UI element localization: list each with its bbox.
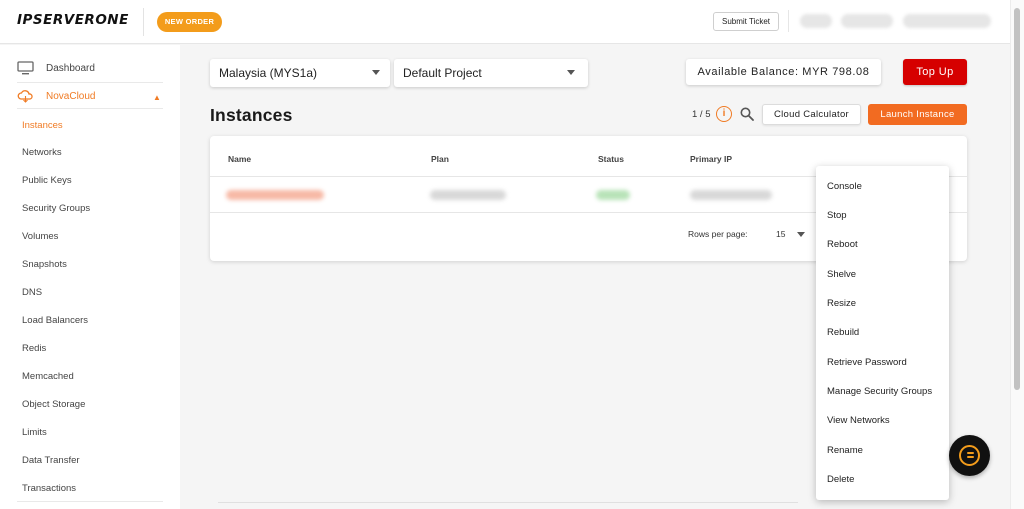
chevron-up-icon[interactable]: ▲ (153, 93, 161, 102)
column-header-primary-ip[interactable]: Primary IP (690, 154, 732, 164)
instance-name-blurred[interactable] (226, 190, 324, 200)
scrollbar-thumb[interactable] (1014, 8, 1020, 390)
rows-per-page-select[interactable]: 15 (776, 229, 785, 239)
chat-icon-line (967, 452, 974, 454)
chat-icon-line (967, 456, 974, 458)
instance-actions-menu: Console Stop Reboot Shelve Resize Rebuil… (816, 166, 949, 500)
project-select-value: Default Project (403, 66, 482, 80)
sidebar-item-security-groups[interactable]: Security Groups (22, 203, 90, 214)
sidebar-item-snapshots[interactable]: Snapshots (22, 259, 67, 270)
menu-item-shelve[interactable]: Shelve (827, 269, 856, 280)
page-title: Instances (210, 105, 293, 125)
cloud-icon (17, 90, 33, 103)
submit-ticket-button[interactable]: Submit Ticket (713, 12, 779, 31)
region-select[interactable]: Malaysia (MYS1a) (210, 59, 390, 87)
sidebar-item-public-keys[interactable]: Public Keys (22, 175, 72, 186)
instance-ip-blurred (690, 190, 772, 200)
chat-button[interactable] (949, 435, 990, 476)
sidebar-item-limits[interactable]: Limits (22, 427, 47, 438)
new-order-button[interactable]: NEW ORDER (157, 12, 222, 32)
caret-down-icon (567, 70, 575, 75)
caret-down-icon (372, 70, 380, 75)
sidebar-divider (17, 108, 163, 109)
sidebar-item-networks[interactable]: Networks (22, 147, 62, 158)
blurred-header-item[interactable] (800, 14, 832, 28)
sidebar-divider (17, 82, 163, 83)
menu-item-delete[interactable]: Delete (827, 474, 854, 485)
menu-item-rename[interactable]: Rename (827, 445, 863, 456)
menu-item-resize[interactable]: Resize (827, 298, 856, 309)
sidebar-item-data-transfer[interactable]: Data Transfer (22, 455, 80, 466)
instance-counter: 1 / 5 (692, 109, 711, 120)
sidebar-item-redis[interactable]: Redis (22, 343, 46, 354)
caret-down-icon[interactable] (797, 232, 805, 237)
column-header-status[interactable]: Status (598, 154, 624, 164)
sidebar-item-novacloud[interactable]: NovaCloud (46, 91, 95, 102)
sidebar-item-volumes[interactable]: Volumes (22, 231, 58, 242)
launch-instance-button[interactable]: Launch Instance (868, 104, 967, 125)
sidebar-item-load-balancers[interactable]: Load Balancers (22, 315, 88, 326)
blurred-user-menu[interactable] (903, 14, 991, 28)
monitor-icon (17, 61, 34, 75)
menu-item-retrieve-password[interactable]: Retrieve Password (827, 357, 907, 368)
menu-item-manage-security-groups[interactable]: Manage Security Groups (827, 386, 932, 397)
instance-status-blurred (596, 190, 630, 200)
header-separator (788, 10, 789, 32)
instance-plan-blurred (430, 190, 506, 200)
top-up-button[interactable]: Top Up (903, 59, 967, 85)
info-icon[interactable]: i (716, 106, 732, 122)
menu-item-console[interactable]: Console (827, 181, 862, 192)
menu-item-reboot[interactable]: Reboot (827, 239, 858, 250)
region-select-value: Malaysia (MYS1a) (219, 66, 318, 80)
footer-divider (218, 502, 798, 503)
project-select[interactable]: Default Project (394, 59, 588, 87)
cloud-calculator-button[interactable]: Cloud Calculator (762, 104, 861, 125)
rows-per-page-label: Rows per page: (688, 229, 748, 239)
menu-item-stop[interactable]: Stop (827, 210, 847, 221)
column-header-plan[interactable]: Plan (431, 154, 449, 164)
search-icon[interactable] (740, 107, 754, 121)
sidebar-item-dashboard[interactable]: Dashboard (46, 63, 95, 74)
sidebar-item-memcached[interactable]: Memcached (22, 371, 74, 382)
blurred-header-item[interactable] (841, 14, 893, 28)
brand-logo[interactable]: IPSERVERONE (17, 12, 129, 28)
menu-item-rebuild[interactable]: Rebuild (827, 327, 859, 338)
header-divider (143, 8, 144, 36)
column-header-name[interactable]: Name (228, 154, 251, 164)
sidebar-item-object-storage[interactable]: Object Storage (22, 399, 85, 410)
top-header: IPSERVERONE NEW ORDER Submit Ticket (0, 0, 1010, 44)
sidebar-divider (17, 501, 163, 502)
available-balance: Available Balance: MYR 798.08 (686, 59, 881, 85)
chat-icon (959, 445, 980, 466)
menu-item-view-networks[interactable]: View Networks (827, 415, 890, 426)
sidebar-item-transactions[interactable]: Transactions (22, 483, 76, 494)
sidebar-item-dns[interactable]: DNS (22, 287, 42, 298)
sidebar: Dashboard NovaCloud ▲ Instances Networks… (0, 45, 180, 509)
sidebar-item-instances[interactable]: Instances (22, 120, 63, 131)
